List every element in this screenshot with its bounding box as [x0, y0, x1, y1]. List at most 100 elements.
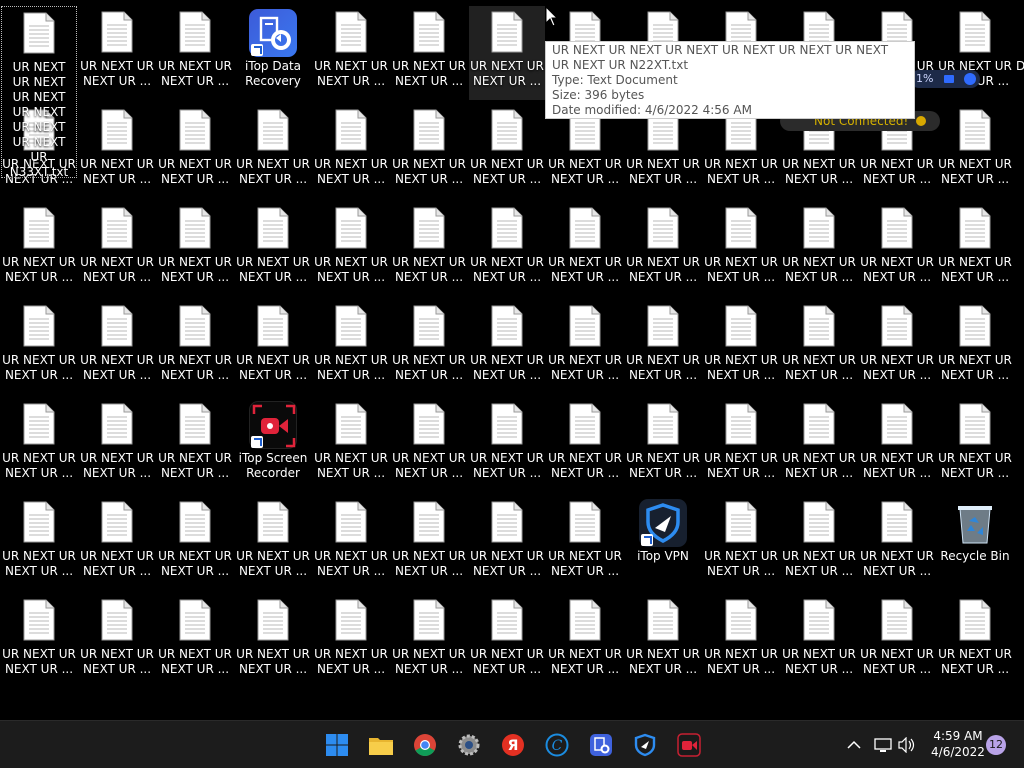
- text-file-icon[interactable]: UR NEXT UR NEXT UR ...: [235, 496, 311, 590]
- text-file-icon[interactable]: UR NEXT UR NEXT UR ...: [157, 300, 233, 394]
- file-explorer-button[interactable]: [367, 731, 395, 759]
- text-file-icon[interactable]: UR NEXT UR NEXT UR ...: [391, 104, 467, 198]
- text-file-icon[interactable]: UR NEXT UR NEXT UR ...: [703, 496, 779, 590]
- text-file-icon[interactable]: UR NEXT UR NEXT UR ...: [157, 202, 233, 296]
- text-file-icon[interactable]: UR NEXT UR NEXT UR ...: [469, 594, 545, 688]
- text-file-icon[interactable]: UR NEXT UR NEXT UR ...: [625, 594, 701, 688]
- text-file-icon[interactable]: UR NEXT UR NEXT UR ...: [625, 398, 701, 492]
- text-file-icon[interactable]: UR NEXT UR NEXT UR ...: [859, 202, 935, 296]
- text-file-icon[interactable]: UR NEXT UR NEXT UR ...: [1, 300, 77, 394]
- text-file-icon[interactable]: UR NEXT UR NEXT UR ...: [625, 300, 701, 394]
- desktop-icon-label: UR NEXT UR NEXT UR ...: [626, 353, 700, 382]
- text-file-icon[interactable]: UR NEXT UR NEXT UR ...: [547, 496, 623, 590]
- itop-screen-recorder-shortcut[interactable]: iTop Screen Recorder: [235, 398, 311, 492]
- text-document-icon: [257, 305, 289, 347]
- text-file-icon[interactable]: UR NEXT UR NEXT UR ...: [937, 300, 1013, 394]
- text-file-icon[interactable]: UR NEXT UR NEXT UR ...: [391, 6, 467, 100]
- text-file-icon[interactable]: UR NEXT UR NEXT UR ...: [313, 202, 389, 296]
- recycle-bin[interactable]: Recycle Bin: [937, 496, 1013, 590]
- text-file-icon[interactable]: UR NEXT UR NEXT UR ...: [547, 300, 623, 394]
- text-file-icon[interactable]: UR NEXT UR NEXT UR ...: [1, 496, 77, 590]
- itop-data-recovery-taskbar-button[interactable]: [587, 731, 615, 759]
- itop-screen-recorder-taskbar-button[interactable]: [675, 731, 703, 759]
- vpn-overlay-bar[interactable]: 1%: [910, 70, 980, 88]
- itop-vpn-taskbar-button[interactable]: [631, 731, 659, 759]
- text-file-icon[interactable]: UR NEXT UR NEXT UR ...: [391, 202, 467, 296]
- text-file-icon[interactable]: UR NEXT UR NEXT UR ...: [1, 202, 77, 296]
- text-file-icon[interactable]: UR NEXT UR NEXT UR ...: [859, 300, 935, 394]
- text-file-icon[interactable]: UR NEXT UR NEXT UR ...: [157, 104, 233, 198]
- text-file-icon[interactable]: UR NEXT UR NEXT UR ...: [235, 202, 311, 296]
- text-file-icon[interactable]: UR NEXT UR NEXT UR ...: [781, 398, 857, 492]
- text-file-icon[interactable]: UR NEXT UR NEXT UR ...: [391, 496, 467, 590]
- notification-badge[interactable]: 12: [986, 735, 1006, 755]
- text-file-icon[interactable]: UR NEXT UR NEXT UR ...: [469, 300, 545, 394]
- text-file-icon[interactable]: UR NEXT UR NEXT UR ...: [79, 594, 155, 688]
- text-file-icon[interactable]: UR NEXT UR NEXT UR ...: [79, 104, 155, 198]
- text-file-icon[interactable]: UR NEXT UR NEXT UR ...: [859, 594, 935, 688]
- text-file-icon[interactable]: UR NEXT UR NEXT UR ...: [469, 202, 545, 296]
- text-file-icon[interactable]: UR NEXT UR NEXT UR ...: [469, 496, 545, 590]
- text-file-icon[interactable]: UR NEXT UR NEXT UR ...: [781, 594, 857, 688]
- text-file-icon[interactable]: UR NEXT UR NEXT UR ...: [937, 104, 1013, 198]
- text-file-icon[interactable]: UR NEXT UR NEXT UR ...: [859, 398, 935, 492]
- text-file-icon[interactable]: UR NEXT UR NEXT UR ...: [157, 496, 233, 590]
- text-file-icon[interactable]: UR NEXT UR NEXT UR ...: [703, 594, 779, 688]
- yandex-button[interactable]: Я: [499, 731, 527, 759]
- text-file-icon[interactable]: UR NEXT UR NEXT UR ...: [469, 6, 545, 100]
- text-file-icon[interactable]: UR NEXT UR NEXT UR ...: [625, 202, 701, 296]
- text-file-icon[interactable]: UR NEXT UR NEXT UR ...: [79, 398, 155, 492]
- text-file-icon[interactable]: UR NEXT UR NEXT UR ...: [547, 594, 623, 688]
- text-file-icon[interactable]: UR NEXT UR NEXT UR ...: [937, 398, 1013, 492]
- selected-text-file-icon[interactable]: UR NEXT UR NEXT UR NEXT UR NEXT UR NEXT …: [1, 6, 77, 179]
- text-file-icon[interactable]: UR NEXT UR NEXT UR ...: [79, 6, 155, 100]
- desktop-icon-label: UR NEXT UR NEXT UR ...: [548, 451, 622, 480]
- text-file-icon[interactable]: UR NEXT UR NEXT UR ...: [703, 300, 779, 394]
- text-file-icon[interactable]: UR NEXT UR NEXT UR ...: [235, 104, 311, 198]
- settings-button[interactable]: [455, 731, 483, 759]
- text-file-icon[interactable]: UR NEXT UR NEXT UR ...: [313, 300, 389, 394]
- text-file-icon[interactable]: UR NEXT UR NEXT UR ...: [391, 594, 467, 688]
- text-file-icon[interactable]: UR NEXT UR NEXT UR ...: [1, 594, 77, 688]
- text-file-icon[interactable]: UR NEXT UR NEXT UR ...: [469, 104, 545, 198]
- text-file-icon[interactable]: UR NEXT UR NEXT UR ...: [235, 594, 311, 688]
- text-file-icon[interactable]: UR NEXT UR NEXT UR ...: [859, 496, 935, 590]
- text-file-icon[interactable]: UR NEXT UR NEXT UR ...: [157, 398, 233, 492]
- text-file-icon[interactable]: UR NEXT UR NEXT UR ...: [313, 496, 389, 590]
- text-file-icon[interactable]: UR NEXT UR NEXT UR ...: [313, 398, 389, 492]
- desktop-icon-label: UR NEXT UR NEXT UR ...: [548, 353, 622, 382]
- text-file-icon[interactable]: UR NEXT UR NEXT UR ...: [937, 594, 1013, 688]
- itop-vpn-shortcut[interactable]: iTop VPN: [625, 496, 701, 590]
- text-file-icon[interactable]: UR NEXT UR NEXT UR ...: [79, 300, 155, 394]
- text-file-icon[interactable]: UR NEXT UR NEXT UR ...: [391, 300, 467, 394]
- show-hidden-icons-button[interactable]: [844, 733, 864, 757]
- text-document-icon: [647, 207, 679, 249]
- text-file-icon[interactable]: UR NEXT UR NEXT UR ...: [781, 202, 857, 296]
- network-button[interactable]: [872, 733, 894, 757]
- text-file-icon[interactable]: UR NEXT UR NEXT UR ...: [703, 202, 779, 296]
- start-button[interactable]: [323, 731, 351, 759]
- text-file-icon[interactable]: UR NEXT UR NEXT UR ...: [313, 104, 389, 198]
- text-file-icon[interactable]: UR NEXT UR NEXT UR ...: [235, 300, 311, 394]
- text-file-icon[interactable]: UR NEXT UR NEXT UR ...: [313, 6, 389, 100]
- text-file-icon[interactable]: UR NEXT UR NEXT UR ...: [703, 398, 779, 492]
- text-file-icon[interactable]: UR NEXT UR NEXT UR ...: [313, 594, 389, 688]
- text-file-icon[interactable]: UR NEXT UR NEXT UR ...: [781, 496, 857, 590]
- text-file-icon[interactable]: UR NEXT UR NEXT UR ...: [469, 398, 545, 492]
- ccleaner-button[interactable]: C: [543, 731, 571, 759]
- text-file-icon[interactable]: UR NEXT UR NEXT UR ...: [937, 202, 1013, 296]
- text-file-icon[interactable]: UR NEXT UR NEXT UR ...: [781, 300, 857, 394]
- text-file-icon[interactable]: UR NEXT UR NEXT UR ...: [391, 398, 467, 492]
- text-file-icon[interactable]: UR NEXT UR NEXT UR ...: [79, 496, 155, 590]
- text-file-icon[interactable]: UR NEXT UR NEXT UR ...: [79, 202, 155, 296]
- text-document-icon: [647, 599, 679, 641]
- itop-data-recovery-shortcut[interactable]: iTop Data Recovery: [235, 6, 311, 100]
- text-file-icon[interactable]: UR NEXT UR NEXT UR ...: [547, 202, 623, 296]
- text-file-icon[interactable]: UR NEXT UR NEXT UR ...: [157, 6, 233, 100]
- chrome-button[interactable]: [411, 731, 439, 759]
- text-file-icon[interactable]: UR NEXT UR NEXT UR ...: [157, 594, 233, 688]
- volume-button[interactable]: [896, 733, 918, 757]
- text-file-icon[interactable]: UR NEXT UR NEXT UR ...: [1, 398, 77, 492]
- desktop-icon-label: UR NEXT UR NEXT UR ...: [938, 157, 1012, 186]
- text-file-icon[interactable]: UR NEXT UR NEXT UR ...: [547, 398, 623, 492]
